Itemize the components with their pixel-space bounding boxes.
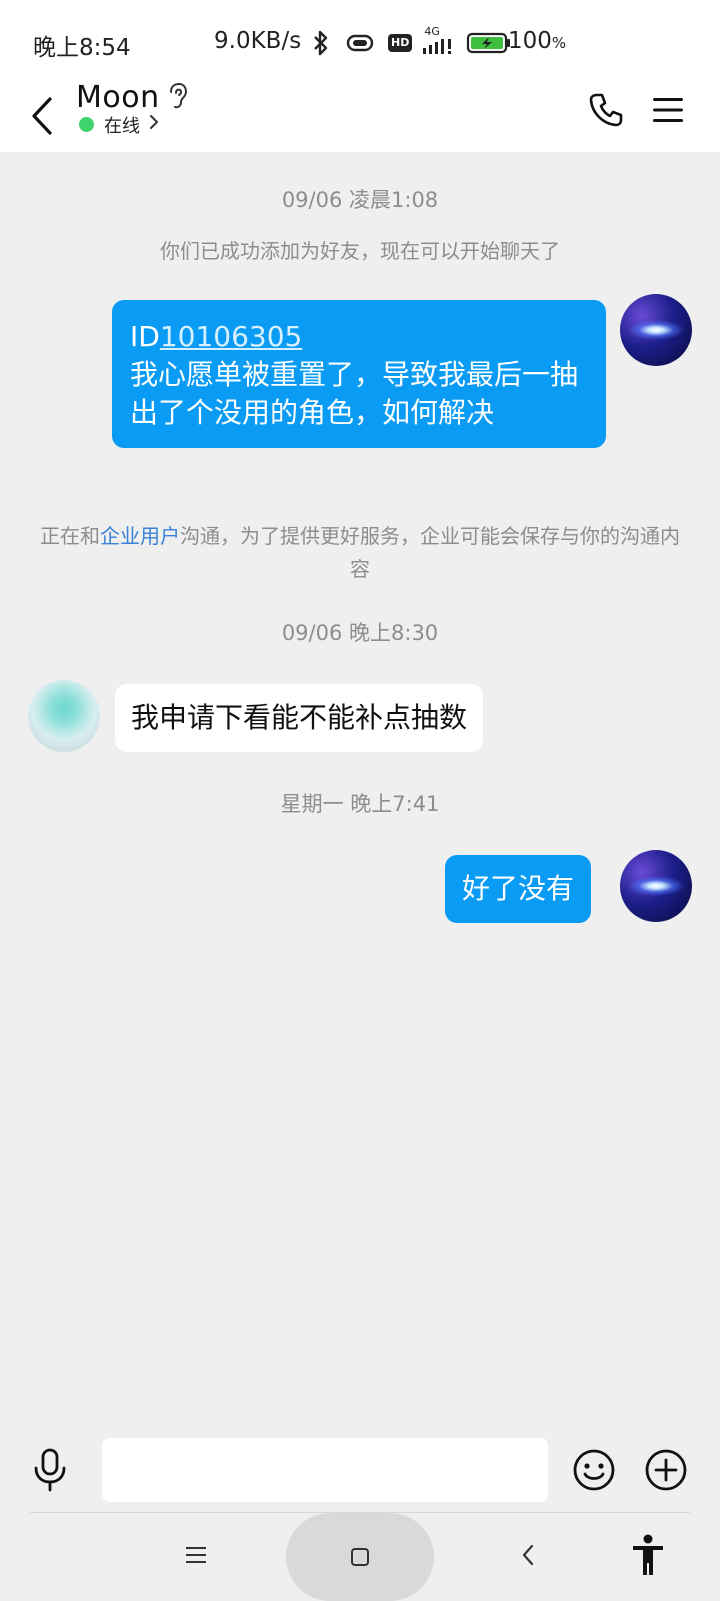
battery-unit: % (551, 34, 567, 52)
online-status[interactable]: 在线 (104, 112, 140, 138)
network-speed: 9.0KB/s (214, 28, 302, 54)
notice-text: 正在和 (40, 524, 100, 548)
accessibility-icon (633, 1534, 663, 1575)
status-icons: HD 4G (310, 25, 512, 58)
signal-icon (423, 39, 452, 54)
bluetooth-icon (314, 30, 328, 56)
nav-home-icon (351, 1548, 369, 1566)
microphone-icon (34, 1448, 66, 1492)
battery-value: 100 (508, 28, 552, 54)
input-bar (0, 1428, 720, 1512)
id-number-link[interactable]: 10106305 (160, 320, 303, 353)
nav-home-button[interactable] (286, 1513, 434, 1601)
hd-badge: HD (388, 34, 413, 52)
timestamp: 09/06 凌晨1:08 (281, 188, 439, 212)
notice-text: 沟通，为了提供更好服务，企业可能会保存与你的沟通内容 (180, 524, 680, 581)
message-text: 好了没有 (462, 872, 575, 905)
timestamp: 星期一 晚上7:41 (280, 792, 440, 816)
system-notice: 你们已成功添加为好友，现在可以开始聊天了 (160, 239, 560, 263)
enterprise-user-link[interactable]: 企业用户 (100, 524, 180, 548)
message-bubble-outgoing[interactable]: 好了没有 (445, 855, 592, 923)
menu-icon (653, 98, 683, 122)
back-arrow-icon (32, 97, 52, 135)
message-text: 我心愿单被重置了，导致我最后一抽出了个没用的角色，如何解决 (130, 358, 579, 429)
menu-button[interactable] (648, 88, 688, 132)
message-input[interactable] (102, 1438, 548, 1502)
contact-name[interactable]: Moon (76, 80, 160, 115)
online-dot (79, 117, 94, 132)
nav-menu-button[interactable] (176, 1535, 216, 1575)
nav-back-icon (522, 1544, 534, 1566)
message-bubble-outgoing[interactable]: ID10106305 我心愿单被重置了，导致我最后一抽出了个没用的角色，如何解决 (112, 300, 606, 448)
message-bubble-incoming[interactable]: 我申请下看能不能补点抽数 (115, 684, 484, 752)
signal-4g: 4G (422, 25, 456, 57)
battery-icon (467, 32, 511, 54)
more-button[interactable] (644, 1448, 688, 1492)
call-button[interactable] (586, 88, 626, 132)
message-text: 我申请下看能不能补点抽数 (131, 701, 468, 734)
phone-icon (589, 93, 623, 127)
enterprise-notice: 正在和企业用户沟通，为了提供更好服务，企业可能会保存与你的沟通内容 (40, 520, 680, 586)
system-nav-bar (0, 1513, 720, 1601)
chat-header: Moon 在线 (0, 80, 720, 152)
id-prefix: ID (130, 320, 160, 353)
my-avatar[interactable] (620, 850, 692, 922)
status-time: 晚上8:54 (33, 35, 131, 61)
nav-back-button[interactable] (508, 1535, 548, 1575)
voice-button[interactable] (30, 1446, 70, 1494)
battery-text: 100% (508, 28, 566, 54)
back-button[interactable] (22, 88, 62, 144)
my-avatar[interactable] (620, 294, 692, 366)
accessibility-button[interactable] (628, 1527, 668, 1583)
vibrate-icon (346, 34, 374, 52)
plus-icon (645, 1449, 687, 1491)
contact-avatar[interactable] (28, 680, 100, 752)
nav-menu-icon (186, 1547, 206, 1563)
chevron-right-icon (150, 115, 158, 129)
timestamp: 09/06 晚上8:30 (281, 621, 439, 645)
status-bar: 晚上8:54 9.0KB/s HD 4G 100% (0, 0, 720, 80)
emoji-button[interactable] (572, 1448, 616, 1492)
ear-icon (170, 82, 188, 109)
emoji-icon (573, 1449, 615, 1491)
